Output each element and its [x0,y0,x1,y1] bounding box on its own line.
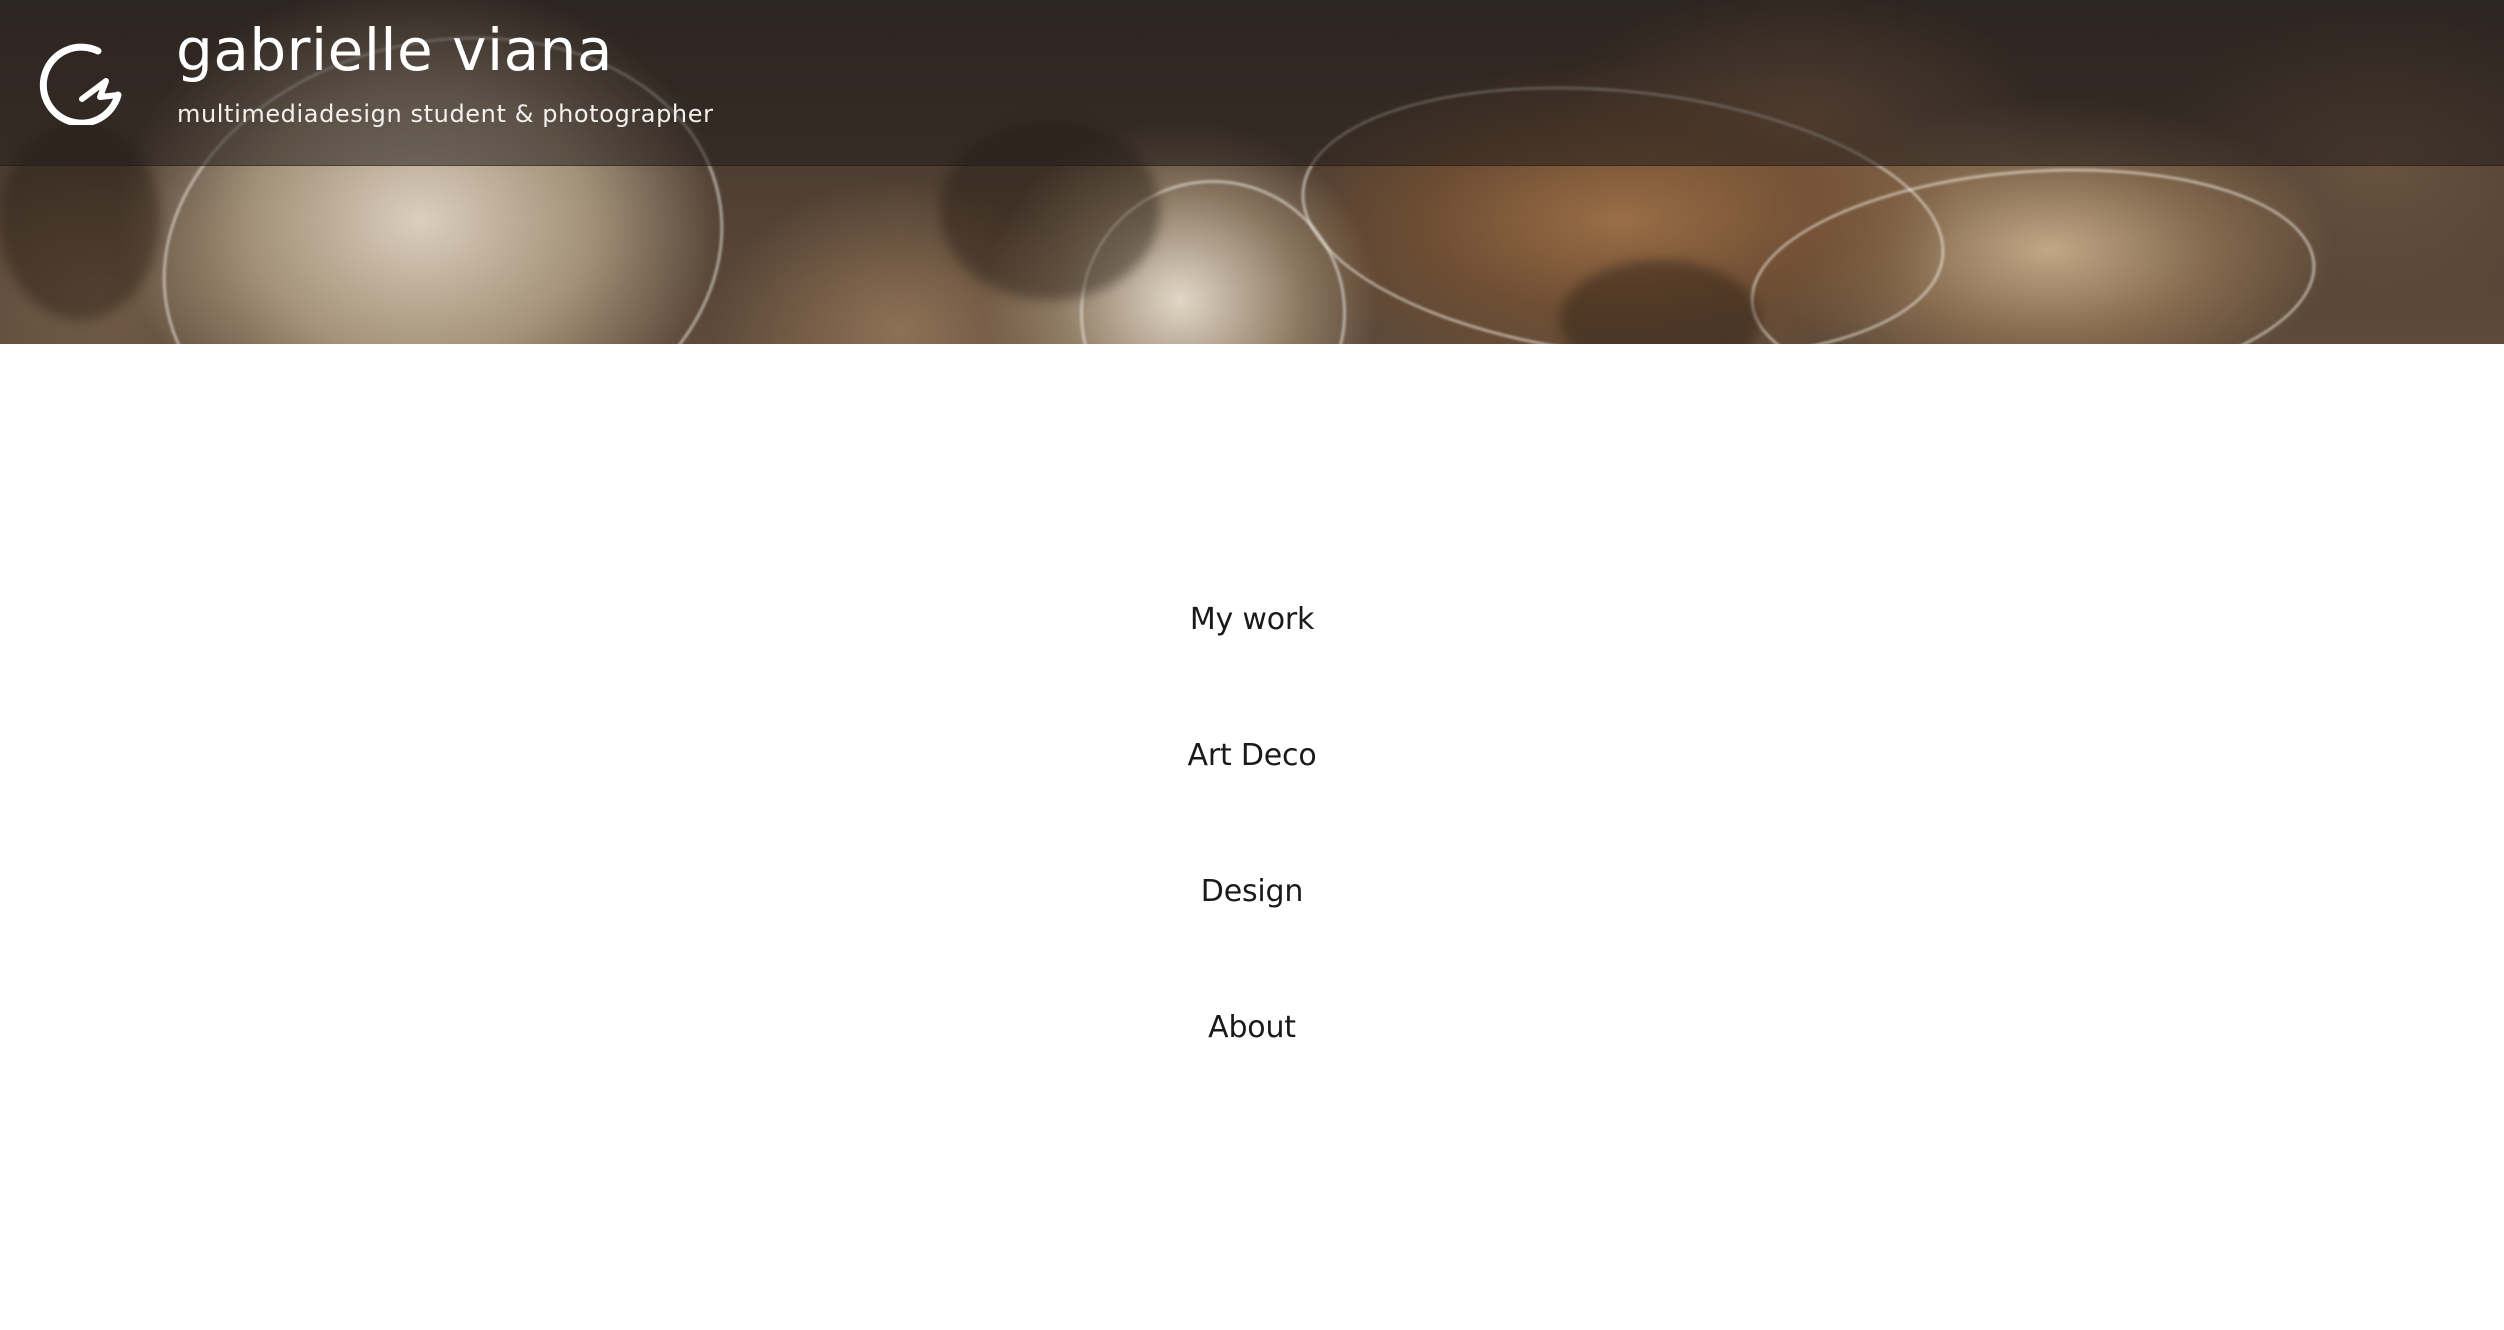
nav-list: My work Art Deco Design About [0,565,2504,1109]
site-title[interactable]: gabrielle viana [176,16,613,84]
nav-item: My work [0,565,2504,701]
gv-logo-icon[interactable] [36,37,124,127]
nav-link-art-deco[interactable]: Art Deco [1168,701,1337,811]
nav-item: About [0,973,2504,1109]
site-tagline: multimediadesign student & photographer [177,100,714,128]
nav-item: Art Deco [0,701,2504,837]
hero-banner: gabrielle viana multimediadesign student… [0,0,2504,344]
nav-link-design[interactable]: Design [1181,837,1323,947]
nav-link-my-work[interactable]: My work [1170,565,1334,675]
header-bar: gabrielle viana multimediadesign student… [0,0,2504,166]
nav-link-about[interactable]: About [1188,973,1316,1083]
nav-item: Design [0,837,2504,973]
